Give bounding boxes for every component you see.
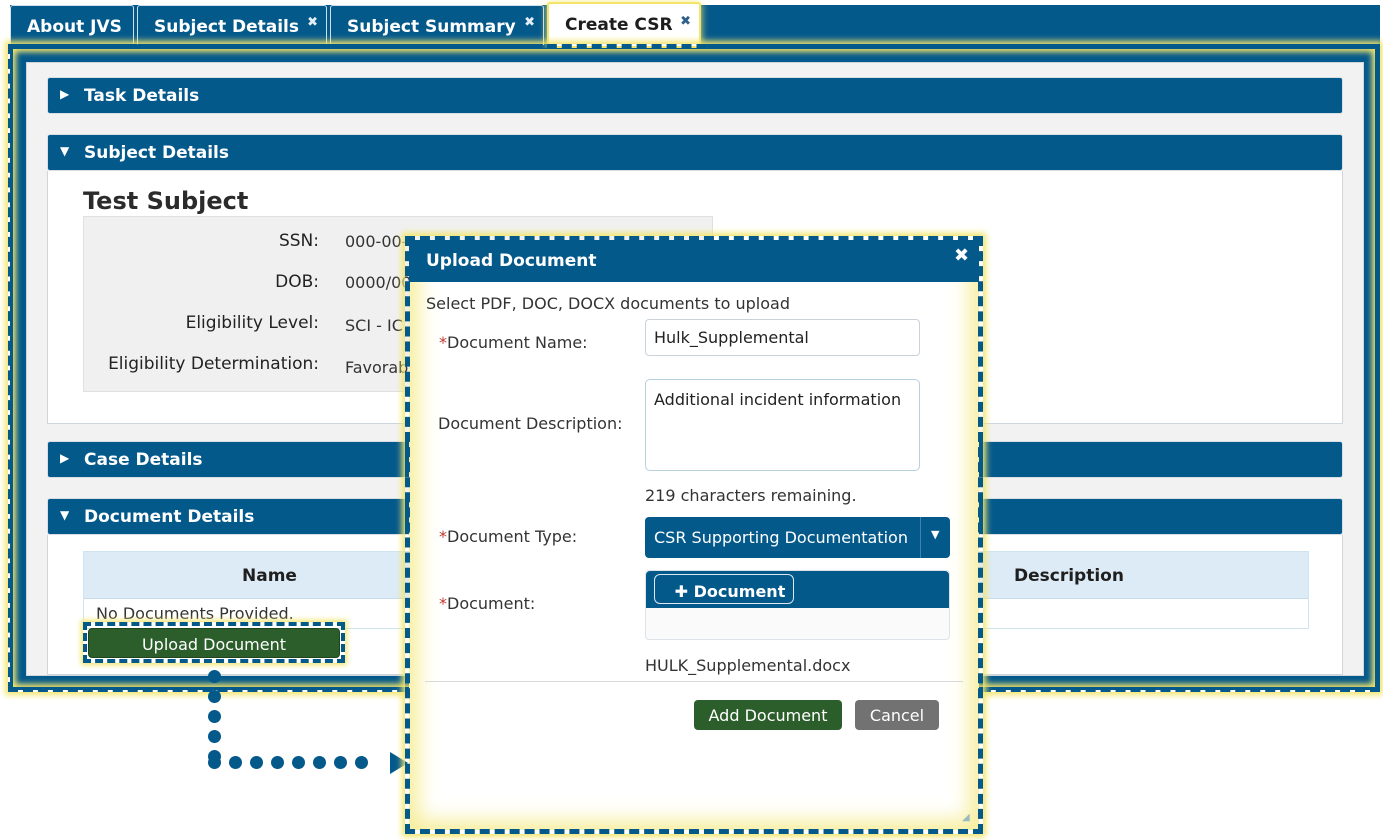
eligibility-determination-value: Favorab (345, 358, 409, 377)
column-header-name[interactable]: Name (242, 566, 297, 586)
label-text: Document Name: (447, 333, 588, 352)
connector-dot (208, 690, 221, 703)
connector-dot (208, 670, 221, 683)
document-description-label: Document Description: (438, 414, 623, 433)
selected-option: CSR Supporting Documentation (654, 528, 908, 547)
selected-file-name: HULK_Supplemental.docx (645, 656, 851, 675)
label-text: Document Type: (447, 527, 578, 546)
caret-right-icon: ▶ (60, 87, 70, 101)
panel-subject-details[interactable]: ▼ Subject Details (47, 134, 1343, 171)
connector-dot (271, 756, 284, 769)
panel-title: Case Details (84, 450, 203, 470)
column-header-description[interactable]: Description (1014, 566, 1124, 586)
document-name-input[interactable] (645, 319, 920, 356)
subject-name: Test Subject (83, 187, 249, 215)
tab-create-csr[interactable]: Create CSR ✖ (547, 2, 701, 48)
plus-icon: ✚ (674, 582, 689, 601)
document-label: *Document: (439, 594, 535, 613)
eligibility-determination-label: Eligibility Determination: (108, 354, 319, 374)
connector-dot (208, 730, 221, 743)
add-document-button[interactable]: Add Document (694, 700, 842, 730)
caret-down-icon: ▼ (60, 144, 70, 158)
connector-dot (313, 756, 326, 769)
button-label: Document (693, 582, 786, 601)
document-type-select[interactable]: CSR Supporting Documentation ▼ (645, 517, 950, 558)
label-text: Document: (447, 594, 536, 613)
eligibility-level-value: SCI - IC (345, 316, 403, 335)
caret-down-icon: ▼ (60, 508, 70, 522)
panel-task-details[interactable]: ▶ Task Details (47, 77, 1343, 114)
dialog-header: Upload Document (409, 240, 979, 282)
chevron-down-icon[interactable]: ▼ (931, 528, 939, 541)
panel-title: Subject Details (84, 143, 230, 163)
dialog-instructions: Select PDF, DOC, DOCX documents to uploa… (426, 294, 790, 313)
connector-dot (355, 756, 368, 769)
close-icon[interactable]: ✖ (524, 15, 535, 30)
connector-dot (334, 756, 347, 769)
dialog-title: Upload Document (426, 251, 597, 271)
file-upload-box: ✚ Document (645, 570, 950, 640)
tab-label: About JVS (27, 17, 122, 37)
ssn-label: SSN: (278, 231, 319, 251)
panel-title: Document Details (84, 507, 255, 527)
connector-dot (229, 756, 242, 769)
tab-label: Create CSR (565, 15, 673, 35)
dialog-divider (425, 681, 963, 682)
tab-label: Subject Details (154, 17, 300, 37)
eligibility-level-label: Eligibility Level: (185, 313, 319, 333)
upload-document-button[interactable]: Upload Document (88, 628, 340, 658)
document-type-label: *Document Type: (439, 527, 577, 546)
tab-subject-summary[interactable]: Subject Summary ✖ (330, 5, 544, 45)
close-icon[interactable]: ✖ (954, 245, 969, 266)
empty-table-message: No Documents Provided. (96, 604, 294, 623)
resize-handle-icon[interactable]: ◢ (962, 812, 970, 823)
chars-remaining: 219 characters remaining. (645, 486, 857, 505)
ssn-value: 000-00- (345, 232, 408, 251)
connector-dot (208, 710, 221, 723)
caret-right-icon: ▶ (60, 451, 70, 465)
tab-subject-details[interactable]: Subject Details ✖ (137, 5, 327, 45)
close-icon[interactable]: ✖ (680, 14, 691, 29)
cancel-button[interactable]: Cancel (855, 700, 939, 730)
dob-label: DOB: (275, 272, 319, 292)
arrow-head-icon (390, 752, 408, 774)
add-file-button[interactable]: ✚ Document (654, 574, 794, 604)
connector-dot (250, 756, 263, 769)
connector-dot (208, 756, 221, 769)
tab-about-jvs[interactable]: About JVS (10, 5, 134, 45)
close-icon[interactable]: ✖ (307, 15, 318, 30)
dob-value: 0000/00 (345, 273, 412, 292)
required-marker: * (439, 594, 447, 613)
document-description-input[interactable]: Additional incident information (645, 379, 920, 471)
file-upload-toolbar: ✚ Document (646, 571, 949, 608)
panel-title: Task Details (84, 86, 200, 106)
document-name-label: *Document Name: (439, 333, 588, 352)
required-marker: * (439, 333, 447, 352)
required-marker: * (439, 527, 447, 546)
select-divider (920, 517, 921, 558)
connector-dot (292, 756, 305, 769)
tab-label: Subject Summary (347, 17, 516, 37)
